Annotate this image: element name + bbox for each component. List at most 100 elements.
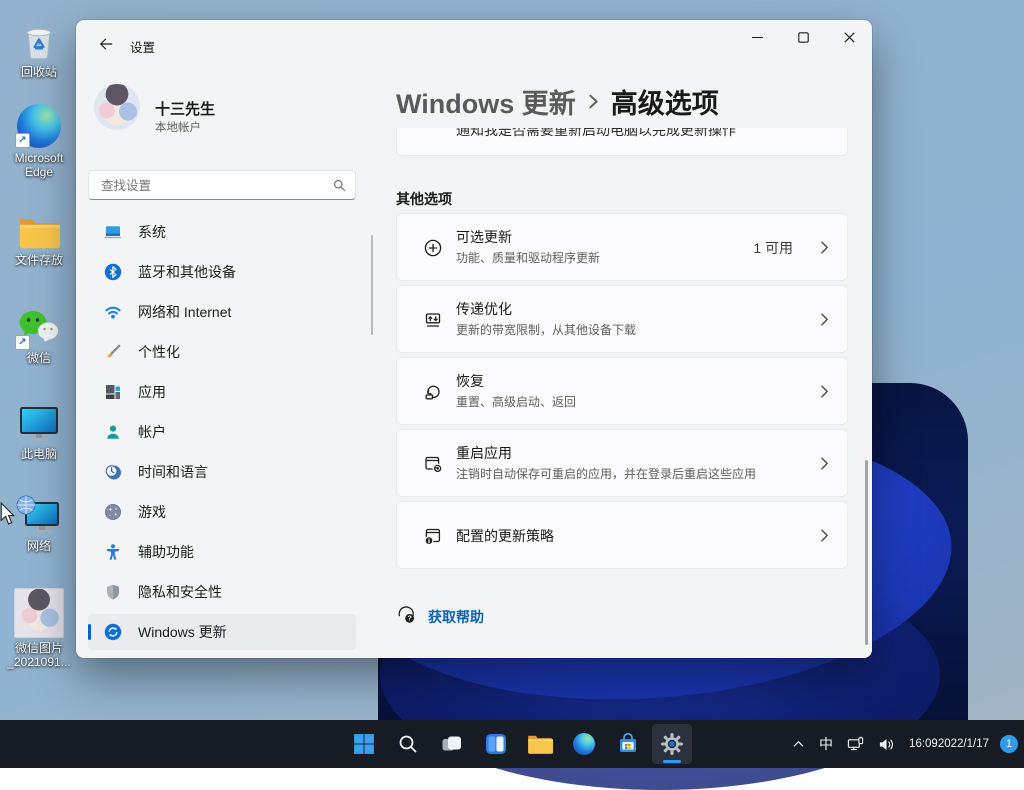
delivery-optimization-card[interactable]: 传递优化 更新的带宽限制，从其他设备下载: [396, 285, 848, 353]
desktop-icon-file-folder[interactable]: 文件存放: [3, 200, 75, 267]
breadcrumb-chevron-icon: [589, 94, 598, 109]
sidebar-item-label: 应用: [138, 384, 166, 400]
window-title: 设置: [130, 41, 156, 55]
sidebar-item-accessibility[interactable]: 辅助功能: [88, 534, 356, 570]
search-input[interactable]: [99, 172, 328, 200]
sidebar-item-personalization[interactable]: 个性化: [88, 334, 356, 370]
card-subtitle: 注销时自动保存可重启的应用，并在登录后重启这些应用: [456, 467, 757, 481]
user-avatar[interactable]: [94, 84, 140, 130]
chevron-right-icon: [820, 384, 829, 404]
edge-icon: [573, 733, 595, 755]
recovery-icon: [423, 382, 443, 402]
microsoft-store-button[interactable]: [608, 724, 648, 764]
get-help-link[interactable]: 获取帮助: [428, 607, 484, 627]
chevron-right-icon: [820, 312, 829, 332]
user-account-type: 本地帐户: [155, 122, 201, 134]
selected-indicator: [88, 624, 91, 640]
sidebar-item-label: Windows 更新: [138, 624, 227, 640]
scrolled-setting-row-partial[interactable]: 通知我是否需要重新启动电脑以完成更新操作: [396, 128, 848, 156]
this-pc-icon: [3, 394, 75, 444]
main-scrollbar[interactable]: [865, 460, 868, 645]
chevron-right-icon: [820, 456, 829, 476]
ime-label: 中: [819, 736, 834, 752]
network-tray-button[interactable]: [840, 724, 871, 764]
minimize-button[interactable]: [734, 20, 780, 54]
file-explorer-button[interactable]: [520, 724, 560, 764]
tray-chevron-button[interactable]: [785, 724, 812, 764]
desktop-icon-label-line2: _2021091...: [7, 655, 71, 669]
shield-icon: [104, 583, 122, 601]
taskbar-icons: [344, 724, 692, 764]
desktop-icon-recycle-bin[interactable]: 回收站: [3, 12, 75, 79]
sidebar-item-privacy[interactable]: 隐私和安全性: [88, 574, 356, 610]
card-title: 配置的更新策略: [456, 528, 554, 544]
delivery-optimization-icon: [423, 310, 443, 330]
desktop-icon-label: 微信: [26, 351, 51, 365]
start-button[interactable]: [344, 724, 384, 764]
volume-tray-button[interactable]: [871, 724, 902, 764]
get-help-row[interactable]: ? 获取帮助: [396, 604, 484, 629]
shortcut-arrow-icon: ↗: [15, 335, 30, 350]
desktop-icon-wechat-image[interactable]: 微信图片 _2021091...: [3, 588, 75, 669]
taskbar: 中 16:09 2022/1/17 1: [0, 720, 1024, 768]
sidebar-item-apps[interactable]: 应用: [88, 374, 356, 410]
back-button[interactable]: [90, 30, 122, 58]
desktop-icon-label: 此电脑: [20, 447, 57, 461]
sidebar-item-label: 时间和语言: [138, 464, 208, 480]
shortcut-arrow-icon: ↗: [15, 133, 30, 148]
windows-update-icon: [104, 623, 122, 641]
sidebar-item-gaming[interactable]: 游戏: [88, 494, 356, 530]
sidebar-item-system[interactable]: 系统: [88, 214, 356, 250]
folder-icon: [3, 200, 75, 250]
maximize-button[interactable]: [780, 20, 826, 54]
card-value: 1 可用: [753, 240, 793, 256]
edge-icon: ↗: [3, 98, 75, 148]
restart-apps-icon: [423, 454, 443, 474]
sidebar-item-bluetooth[interactable]: 蓝牙和其他设备: [88, 254, 356, 290]
widgets-button[interactable]: [476, 724, 516, 764]
chevron-right-icon: [820, 528, 829, 548]
optional-updates-card[interactable]: 可选更新 功能、质量和驱动程序更新 1 可用: [396, 213, 848, 281]
breadcrumb-parent[interactable]: Windows 更新: [396, 82, 576, 121]
ime-indicator[interactable]: 中: [812, 724, 840, 764]
store-icon: [620, 733, 636, 752]
settings-window: 设置 十三先生 本地帐户 系统 蓝牙和其他设备 网络和 Internet 个性化…: [76, 20, 872, 658]
wifi-icon: [104, 303, 122, 321]
edge-button[interactable]: [564, 724, 604, 764]
close-icon: [843, 31, 855, 43]
clock[interactable]: 16:09 2022/1/17: [902, 724, 996, 764]
settings-search[interactable]: [88, 170, 356, 200]
back-arrow-icon: [100, 38, 113, 50]
task-view-button[interactable]: [432, 724, 472, 764]
recovery-card[interactable]: 恢复 重置、高级启动、返回: [396, 357, 848, 425]
desktop-icon-wechat[interactable]: ↗ 微信: [3, 298, 75, 365]
svg-text:?: ?: [407, 616, 411, 623]
sidebar-item-time-language[interactable]: 时间和语言: [88, 454, 356, 490]
apps-icon: [104, 383, 122, 401]
gaming-icon: [104, 503, 122, 521]
open-app-indicator: [663, 760, 681, 763]
desktop-icon-this-pc[interactable]: 此电脑: [3, 394, 75, 461]
help-icon: ?: [396, 604, 416, 629]
restart-apps-card[interactable]: 重启应用 注销时自动保存可重启的应用，并在登录后重启这些应用: [396, 429, 848, 497]
wechat-icon: ↗: [3, 298, 75, 350]
desktop-icon-label: 微信图片: [14, 641, 63, 655]
caption-buttons: [734, 20, 872, 54]
sidebar-item-network[interactable]: 网络和 Internet: [88, 294, 356, 330]
task-view-icon: [442, 736, 461, 751]
breadcrumb: Windows 更新 高级选项: [396, 82, 719, 121]
search-button[interactable]: [388, 724, 428, 764]
settings-button[interactable]: [652, 724, 692, 764]
sidebar-item-accounts[interactable]: 帐户: [88, 414, 356, 450]
notification-badge[interactable]: 1: [1000, 735, 1018, 753]
card-subtitle: 功能、质量和驱动程序更新: [456, 251, 601, 265]
windows-logo-icon: [354, 734, 374, 754]
sidebar-item-label: 个性化: [138, 344, 180, 360]
sidebar-item-windows-update[interactable]: Windows 更新: [88, 614, 356, 650]
optional-updates-icon: [423, 238, 443, 258]
mouse-cursor: [0, 501, 16, 530]
configured-update-policies-card[interactable]: 配置的更新策略: [396, 501, 848, 569]
close-button[interactable]: [826, 20, 872, 54]
desktop-icon-edge[interactable]: ↗ Microsoft Edge: [3, 98, 75, 179]
sidebar-scrollbar[interactable]: [371, 235, 373, 335]
